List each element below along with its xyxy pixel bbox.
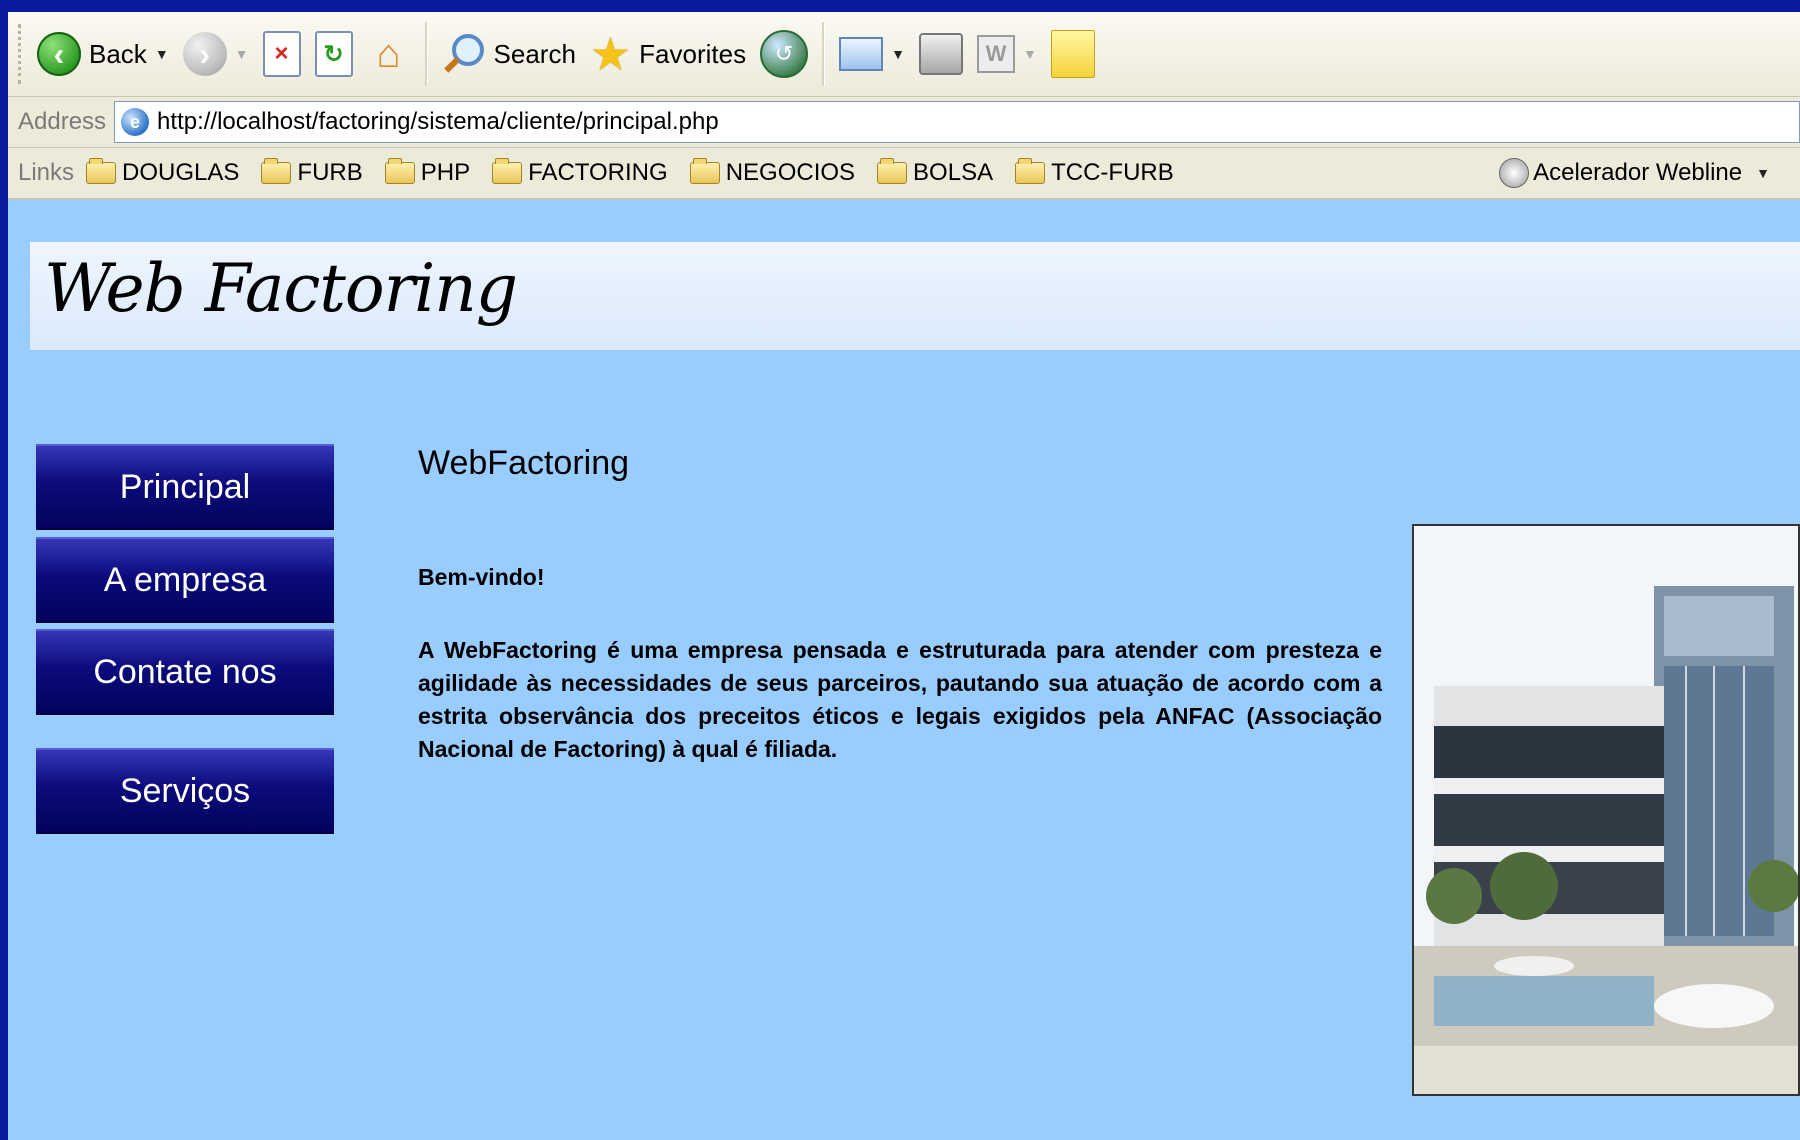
link-tcc-furb[interactable]: TCC-FURB <box>1015 158 1174 187</box>
building-photo <box>1412 524 1800 1096</box>
toolbar-grip[interactable] <box>18 24 25 84</box>
forward-arrow-icon: › <box>182 32 227 76</box>
link-label: TCC-FURB <box>1051 159 1174 186</box>
links-label: Links <box>18 159 75 186</box>
print-icon <box>918 33 963 75</box>
edit-dropdown-icon[interactable]: ▼ <box>1023 46 1037 62</box>
standard-toolbar: ‹ Back ▼ › ▼ × ↻ ⌂ Search ★ Favorites ↺ <box>8 12 1800 97</box>
link-negocios[interactable]: NEGOCIOS <box>689 158 856 187</box>
accelerator-button[interactable]: Acelerador Webline ▼ <box>1499 158 1770 188</box>
nav-contate-nos-button[interactable]: Contate nos <box>36 629 334 715</box>
back-button[interactable]: ‹ Back ▼ <box>37 32 169 76</box>
refresh-button[interactable]: ↻ <box>314 31 353 77</box>
mail-icon <box>839 37 884 71</box>
address-label: Address <box>18 108 107 135</box>
ie-page-icon: e <box>121 108 150 136</box>
history-icon: ↺ <box>760 30 809 78</box>
link-douglas[interactable]: DOUGLAS <box>86 158 240 187</box>
address-bar: Address e http://localhost/factoring/sis… <box>8 97 1800 148</box>
note-button[interactable] <box>1050 30 1095 78</box>
folder-icon <box>261 158 292 184</box>
link-furb[interactable]: FURB <box>261 158 363 187</box>
forward-dropdown-icon[interactable]: ▼ <box>235 46 249 62</box>
word-edit-icon: W <box>976 35 1015 73</box>
link-bolsa[interactable]: BOLSA <box>877 158 994 187</box>
site-banner: Web Factoring <box>30 242 1800 350</box>
toolbar-separator <box>822 22 826 86</box>
edit-button[interactable]: W ▼ <box>976 35 1037 73</box>
search-label: Search <box>493 38 576 69</box>
link-label: PHP <box>420 159 471 186</box>
refresh-icon: ↻ <box>314 31 353 77</box>
welcome-heading: Bem-vindo! <box>418 564 545 590</box>
site-logo: Web Factoring <box>44 250 518 327</box>
page-title: WebFactoring <box>418 444 630 482</box>
accelerator-dropdown-icon[interactable]: ▼ <box>1756 165 1770 181</box>
nav-servicos-button[interactable]: Serviços <box>36 748 334 834</box>
link-label: NEGOCIOS <box>725 159 856 186</box>
accelerator-icon <box>1499 158 1530 188</box>
back-label: Back <box>89 38 147 69</box>
link-label: FURB <box>297 159 363 186</box>
folder-icon <box>1015 158 1046 184</box>
nav-principal-button[interactable]: Principal <box>36 444 334 530</box>
link-factoring[interactable]: FACTORING <box>492 158 668 187</box>
forward-button[interactable]: › ▼ <box>182 32 249 76</box>
link-label: DOUGLAS <box>122 159 240 186</box>
links-bar: Links DOUGLAS FURB PHP FACTORING NEGOCIO… <box>8 148 1800 200</box>
folder-icon <box>492 158 523 184</box>
stop-button[interactable]: × <box>262 31 301 77</box>
mail-button[interactable]: ▼ <box>839 37 905 71</box>
accelerator-label: Acelerador Webline <box>1533 159 1743 186</box>
folder-icon <box>86 158 117 184</box>
link-php[interactable]: PHP <box>384 158 471 187</box>
toolbar-separator <box>424 22 428 86</box>
nav-a-empresa-button[interactable]: A empresa <box>36 537 334 623</box>
history-button[interactable]: ↺ <box>760 30 809 78</box>
back-arrow-icon: ‹ <box>37 32 81 76</box>
home-icon: ⌂ <box>376 31 401 76</box>
address-url[interactable]: http://localhost/factoring/sistema/clien… <box>157 108 719 136</box>
search-icon <box>442 32 486 76</box>
address-input[interactable]: e http://localhost/factoring/sistema/cli… <box>114 101 1800 143</box>
favorites-label: Favorites <box>639 38 747 69</box>
note-icon <box>1050 30 1095 78</box>
favorites-star-icon: ★ <box>589 28 632 80</box>
browser-window: ‹ Back ▼ › ▼ × ↻ ⌂ Search ★ Favorites ↺ <box>8 12 1800 1140</box>
favorites-button[interactable]: ★ Favorites <box>590 31 746 77</box>
link-label: FACTORING <box>528 159 668 186</box>
back-dropdown-icon[interactable]: ▼ <box>155 46 169 62</box>
about-paragraph: A WebFactoring é uma empresa pensada e e… <box>418 637 1382 762</box>
stop-icon: × <box>262 31 301 77</box>
link-label: BOLSA <box>913 159 994 186</box>
folder-icon <box>689 158 720 184</box>
folder-icon <box>384 158 415 184</box>
home-button[interactable]: ⌂ <box>367 32 411 76</box>
search-button[interactable]: Search <box>442 32 576 76</box>
mail-dropdown-icon[interactable]: ▼ <box>891 46 905 62</box>
print-button[interactable] <box>918 33 963 75</box>
folder-icon <box>877 158 908 184</box>
